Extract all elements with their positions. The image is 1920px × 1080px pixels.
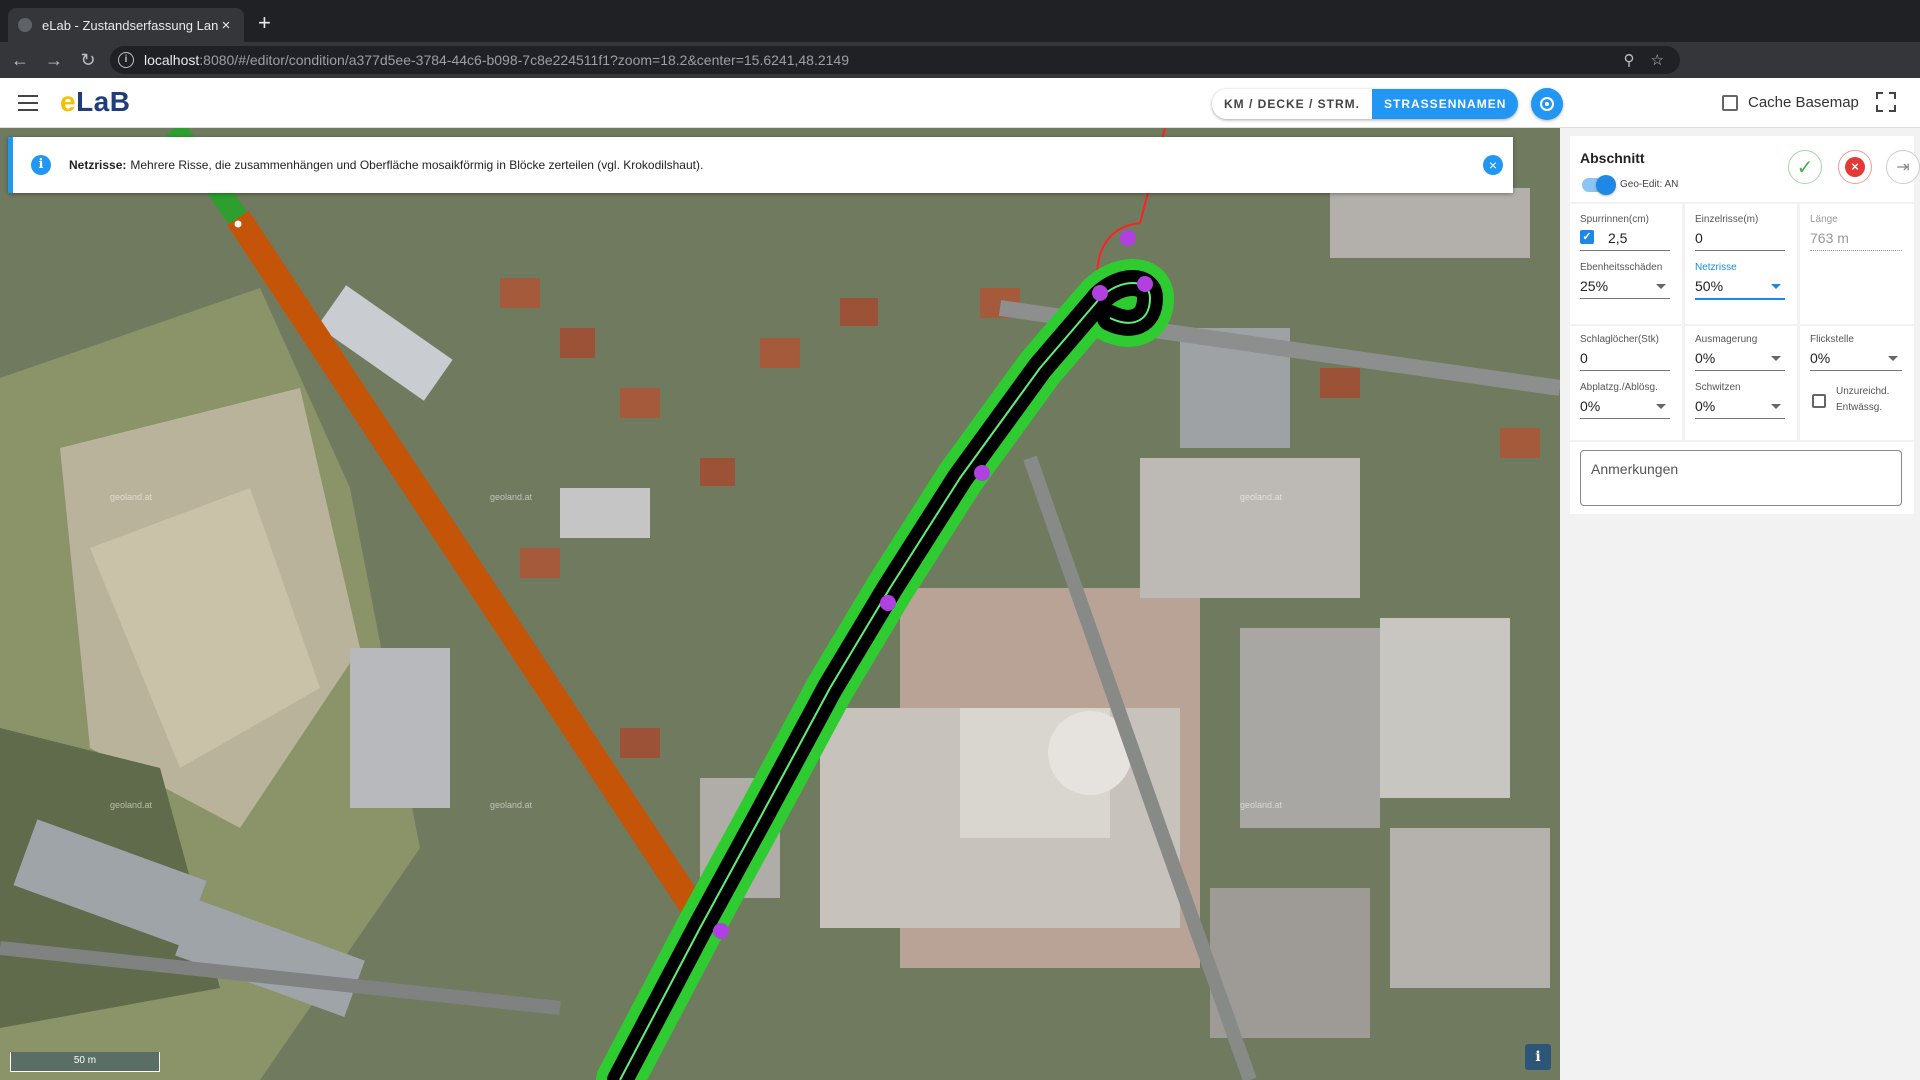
einzelrisse-input[interactable]: 0 (1695, 230, 1703, 246)
schlagloecher-input[interactable]: 0 (1580, 350, 1588, 366)
back-icon[interactable]: ← (6, 46, 34, 74)
map-attribution-button[interactable]: i (1525, 1044, 1551, 1070)
ausmagerung-label: Ausmagerung (1695, 334, 1758, 345)
netzrisse-label: Netzrisse (1695, 262, 1737, 273)
panel-title: Abschnitt (1580, 150, 1645, 166)
alert-title: Netzrisse: (69, 158, 127, 172)
hamburger-menu-icon[interactable] (18, 95, 38, 116)
panel-header: Abschnitt Geo-Edit: AN ✓ × ⇥ (1570, 136, 1920, 202)
check-icon: ✓ (1796, 156, 1814, 179)
abplatzg-label: Abplatzg./Ablösg. (1580, 382, 1658, 393)
map-watermark: geoland.at (490, 492, 533, 502)
spurrinnen-input[interactable]: 2,5 (1608, 230, 1627, 246)
cache-basemap-checkbox[interactable] (1722, 94, 1738, 111)
netzrisse-select[interactable]: 50% (1695, 278, 1723, 294)
laenge-label: Länge (1810, 214, 1838, 225)
chevron-down-icon[interactable] (1771, 404, 1781, 409)
spurrinnen-label: Spurrinnen(cm) (1580, 214, 1649, 225)
toggle-km-decke-strm[interactable]: KM / DECKE / STRM. (1212, 89, 1373, 119)
bookmark-star-icon[interactable]: ☆ (1651, 51, 1664, 69)
location-pin-icon[interactable]: ⚲ (1624, 51, 1635, 69)
ebenheitsschaeden-label: Ebenheitsschäden (1580, 262, 1663, 273)
spurrinnen-checkbox[interactable]: ✓ (1580, 230, 1594, 244)
cache-basemap-label: Cache Basemap (1748, 94, 1859, 111)
map-watermark: geoland.at (1240, 492, 1283, 502)
forward-icon[interactable]: → (40, 46, 68, 74)
map-label-toggle: KM / DECKE / STRM. STRASSENNAMEN (1212, 89, 1519, 119)
browser-tab-bar: eLab - Zustandserfassung Lan × + (0, 0, 1920, 42)
url-host: localhost (144, 52, 200, 68)
fullscreen-icon[interactable] (1876, 92, 1896, 112)
remarks-textarea[interactable]: Anmerkungen (1580, 450, 1902, 506)
info-alert: i Netzrisse: Mehrere Risse, die zusammen… (8, 137, 1513, 193)
map-watermark: geoland.at (490, 800, 533, 810)
globe-icon (18, 18, 32, 32)
flickstelle-select[interactable]: 0% (1810, 350, 1830, 366)
flickstelle-label: Flickstelle (1810, 334, 1854, 345)
ausmagerung-select[interactable]: 0% (1695, 350, 1715, 366)
schlagloecher-cell: Schlaglöcher(Stk) 0 Abplatzg./Ablösg. 0% (1570, 326, 1682, 440)
map-watermark: geoland.at (110, 492, 153, 502)
schwitzen-select[interactable]: 0% (1695, 398, 1715, 414)
alert-close-icon[interactable]: × (1483, 155, 1503, 175)
chevron-down-icon[interactable] (1656, 284, 1666, 289)
chevron-down-icon[interactable] (1771, 284, 1781, 289)
toggle-strassennamen[interactable]: STRASSENNAMEN (1372, 89, 1519, 119)
chevron-down-icon[interactable] (1888, 356, 1898, 361)
schlagloecher-label: Schlaglöcher(Stk) (1580, 334, 1659, 345)
app-logo: eLaB (60, 86, 131, 117)
einzelrisse-cell: Einzelrisse(m) 0 Netzrisse 50% (1685, 204, 1797, 324)
address-bar[interactable]: i localhost:8080/#/editor/condition/a377… (110, 46, 1680, 74)
cancel-button[interactable]: × (1838, 150, 1872, 184)
ausmagerung-cell: Ausmagerung 0% Schwitzen 0% (1685, 326, 1797, 440)
chevron-down-icon[interactable] (1656, 404, 1666, 409)
laenge-value: 763 m (1810, 230, 1849, 246)
tab-close-icon[interactable]: × (218, 17, 234, 34)
abplatzg-select[interactable]: 0% (1580, 398, 1600, 414)
unzureichd-label: Unzureichd. (1836, 386, 1890, 397)
flickstelle-cell: Flickstelle 0% Unzureichd. Entwässg. (1800, 326, 1914, 440)
ebenheitsschaeden-select[interactable]: 25% (1580, 278, 1608, 294)
aerial-map (0, 128, 1560, 1080)
geo-edit-switch[interactable] (1582, 175, 1616, 195)
spurrinnen-cell: Spurrinnen(cm) ✓ 2,5 Ebenheitsschäden 25… (1570, 204, 1682, 324)
confirm-button[interactable]: ✓ (1788, 150, 1822, 184)
laenge-cell: Länge 763 m (1800, 204, 1914, 324)
tab-title: eLab - Zustandserfassung Lan (42, 17, 218, 33)
map-watermark: geoland.at (1240, 800, 1283, 810)
map-scale-bar: 50 m (10, 1052, 160, 1072)
exit-button[interactable]: ⇥ (1886, 150, 1920, 184)
browser-tab[interactable]: eLab - Zustandserfassung Lan × (8, 8, 244, 42)
crosshair-icon (1540, 97, 1554, 111)
cache-basemap-control[interactable]: Cache Basemap (1722, 94, 1859, 111)
exit-icon: ⇥ (1896, 159, 1910, 176)
einzelrisse-label: Einzelrisse(m) (1695, 214, 1759, 225)
entwaessg-label: Entwässg. (1836, 402, 1883, 413)
app-header: eLaB KM / DECKE / STRM. STRASSENNAMEN Ca… (0, 78, 1920, 128)
close-icon: × (1845, 157, 1865, 177)
chevron-down-icon[interactable] (1771, 356, 1781, 361)
new-tab-button[interactable]: + (258, 12, 271, 34)
site-info-icon[interactable]: i (118, 52, 134, 68)
info-icon: i (31, 155, 51, 175)
remarks-placeholder: Anmerkungen (1591, 461, 1679, 477)
schwitzen-label: Schwitzen (1695, 382, 1741, 393)
alert-text: Mehrere Risse, die zusammenhängen und Ob… (130, 158, 704, 172)
section-panel: Abschnitt Geo-Edit: AN ✓ × ⇥ Spurrinnen(… (1560, 128, 1920, 1080)
url-path: :8080/#/editor/condition/a377d5ee-3784-4… (199, 52, 849, 68)
locate-button[interactable] (1531, 88, 1563, 120)
browser-toolbar: ← → ↻ i localhost:8080/#/editor/conditio… (0, 42, 1920, 108)
map-watermark: geoland.at (110, 800, 153, 810)
remarks-card: Anmerkungen (1570, 442, 1914, 514)
geo-edit-label: Geo-Edit: AN (1620, 179, 1679, 190)
reload-icon[interactable]: ↻ (74, 46, 102, 74)
unzureichd-entwaessg-checkbox[interactable] (1812, 394, 1826, 408)
map-view[interactable]: geoland.at geoland.at geoland.at geoland… (0, 128, 1560, 1080)
